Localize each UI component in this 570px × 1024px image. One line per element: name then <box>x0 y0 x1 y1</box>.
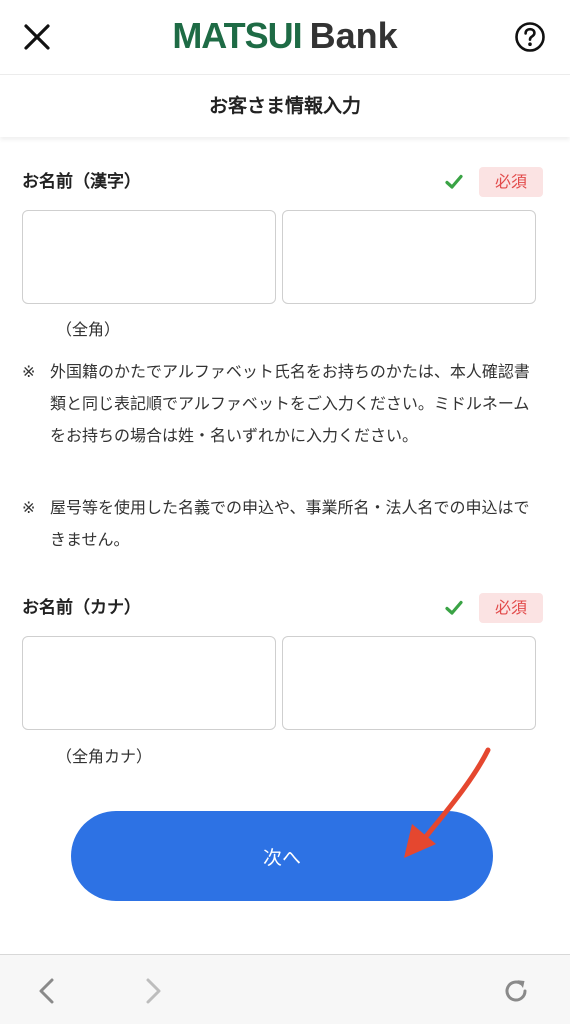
bank-logo: MATSUI Bank <box>0 12 570 60</box>
required-badge: 必須 <box>479 593 543 623</box>
check-icon <box>445 174 463 189</box>
page: MATSUI Bank お客さま情報入力 お名前（漢字） 必須 （全角） ※ 外国… <box>0 0 570 1024</box>
required-badge: 必須 <box>479 167 543 197</box>
help-icon[interactable] <box>514 21 546 53</box>
app-header: MATSUI Bank <box>0 0 570 74</box>
first-name-kana-input[interactable] <box>282 636 536 730</box>
name-kana-hint: （全角カナ） <box>56 747 153 766</box>
reload-icon[interactable] <box>502 977 530 1005</box>
check-icon <box>445 600 463 615</box>
note-mark: ※ <box>22 362 36 381</box>
logo-primary-text: MATSUI <box>172 15 302 56</box>
note-text: 屋号等を使用した名義での申込や、事業所名・法人名での申込はできません。 <box>50 498 530 549</box>
browser-toolbar <box>0 954 570 1024</box>
name-kana-label: お名前（カナ） <box>22 598 141 618</box>
next-button[interactable]: 次へ <box>71 811 493 901</box>
forward-arrow-icon[interactable] <box>138 977 166 1005</box>
page-title: お客さま情報入力 <box>0 74 570 137</box>
name-kanji-label: お名前（漢字） <box>22 172 141 192</box>
last-name-kana-input[interactable] <box>22 636 276 730</box>
note-mark: ※ <box>22 498 36 517</box>
note-business-name: ※ 屋号等を使用した名義での申込や、事業所名・法人名での申込はできません。 <box>22 492 542 556</box>
back-arrow-icon[interactable] <box>34 977 62 1005</box>
logo-secondary-text: Bank <box>309 15 398 56</box>
last-name-kanji-input[interactable] <box>22 210 276 304</box>
first-name-kanji-input[interactable] <box>282 210 536 304</box>
name-kanji-hint: （全角） <box>56 320 121 339</box>
note-text: 外国籍のかたでアルファベット氏名をお持ちのかたは、本人確認書類と同じ表記順でアル… <box>50 362 530 445</box>
note-foreign-name: ※ 外国籍のかたでアルファベット氏名をお持ちのかたは、本人確認書類と同じ表記順で… <box>22 356 542 452</box>
